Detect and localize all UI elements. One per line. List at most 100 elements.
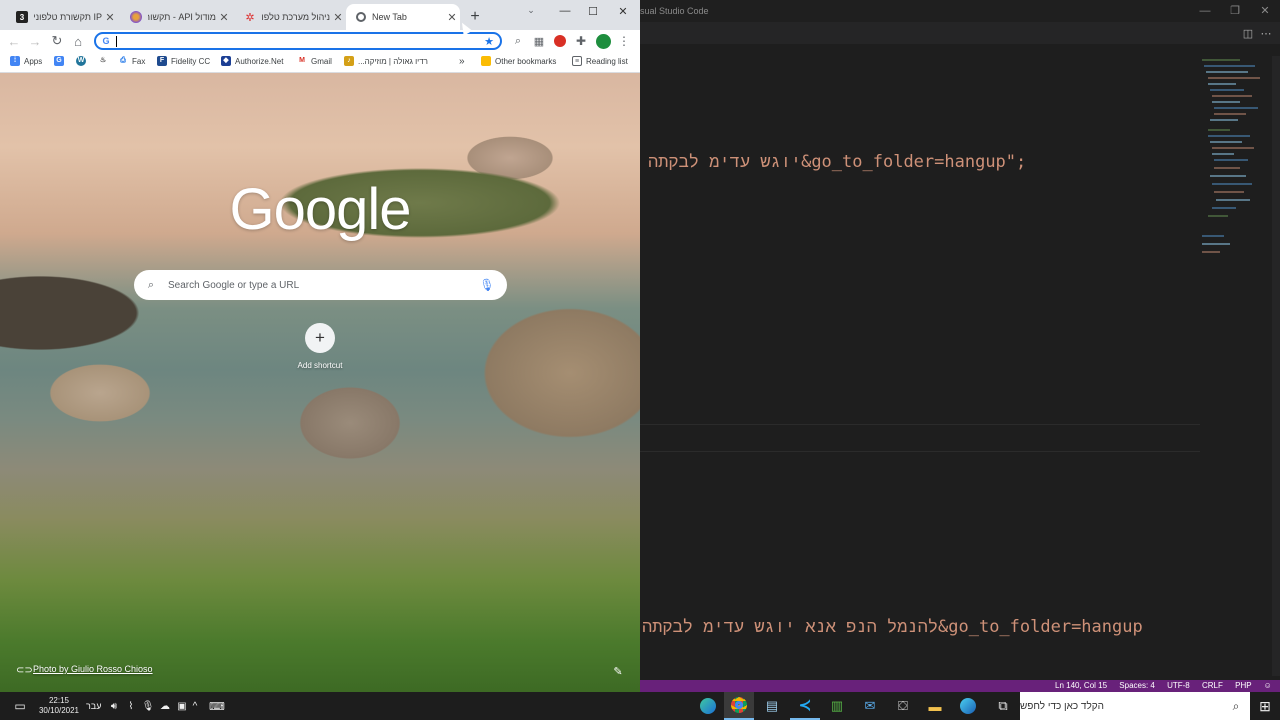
editor-divider (640, 451, 1200, 452)
microphone-icon[interactable]: 🎙︎ (139, 692, 157, 720)
other-bookmarks[interactable]: Other bookmarks (481, 56, 556, 66)
editor-scrollbar[interactable] (1272, 56, 1280, 676)
indentation[interactable]: Spaces: 4 (1119, 681, 1155, 690)
language-mode[interactable]: PHP (1235, 681, 1251, 690)
task-view-icon[interactable]: ⧉ (988, 692, 1018, 720)
tab-api-module[interactable]: מודול API - תקשור ✕ (120, 3, 232, 31)
action-center-icon[interactable]: ▭ (6, 692, 34, 720)
menu-icon[interactable]: ⋮ (614, 31, 634, 51)
file-encoding[interactable]: UTF-8 (1167, 681, 1190, 690)
bookmark-label: Gmail (311, 56, 332, 66)
taskbar-search[interactable]: הקלד כאן כדי לחפש ⌕ (1020, 692, 1250, 720)
bookmark-label: Reading list (586, 56, 628, 66)
photo-credit[interactable]: Photo by Giulio Rosso Chioso (33, 664, 153, 674)
bookmarks-bar: ⁞ Apps G W ♨ ⎙ Fax F Fidelity CC ◆ Authorize… (0, 52, 640, 73)
show-hidden-icons[interactable]: ^ (188, 692, 202, 720)
minimize-icon[interactable]: — (1190, 0, 1220, 22)
cursor-position[interactable]: Ln 140, Col 15 (1055, 681, 1107, 690)
edge-dev-icon[interactable] (953, 692, 983, 720)
text-cursor (116, 36, 117, 47)
bookmark-flame[interactable]: ♨ (98, 56, 112, 66)
mail-icon[interactable]: ✉ (855, 692, 885, 720)
home-icon[interactable]: ⌂ (68, 31, 88, 51)
close-tab-icon[interactable]: ✕ (330, 11, 346, 24)
translate-icon: G (54, 56, 64, 66)
new-tab-page: Google ⌕ Search Google or type a URL 🎙︎ … (0, 73, 640, 692)
reading-list[interactable]: ≡ Reading list (572, 56, 628, 66)
apps-grid-icon: ⁞ (10, 56, 20, 66)
bookmark-wordpress[interactable]: W (76, 56, 90, 66)
onedrive-icon[interactable]: ☁ (156, 692, 174, 720)
close-tab-icon[interactable]: ✕ (216, 11, 232, 24)
code-line[interactable]: התקבל מידע שגוי אנא פנה למנהל&go_to_fold… (642, 617, 1200, 638)
block-extension-icon[interactable] (550, 31, 570, 51)
line-ending[interactable]: CRLF (1202, 681, 1223, 690)
windows-taskbar: ▭ 22:15 30/10/2021 עבר 🔊︎ ⌇ 🎙︎ ☁ ▣ ^ ⌨ ▤… (0, 692, 1280, 720)
extensions-icon[interactable]: ✚ (571, 31, 591, 51)
store-icon[interactable]: ⛋ (888, 692, 918, 720)
tab-search-icon[interactable]: ⌄ (522, 2, 540, 18)
avatar[interactable] (593, 31, 613, 51)
volume-icon[interactable]: 🔊︎ (105, 692, 123, 720)
code-editor[interactable]: התקבל מידע שגוי&go_to_folder=hangup"; הת… (640, 44, 1200, 680)
tab-phone-system[interactable]: ✲ ניהול מערכת טלפוני ✕ (234, 3, 346, 31)
close-icon[interactable]: ✕ (608, 0, 638, 22)
bookmark-fidelity[interactable]: F Fidelity CC (157, 56, 210, 66)
vscode-tab-bar: ◫ ⋯ (640, 22, 1280, 44)
calendar-extension-icon[interactable]: ▦ (529, 31, 549, 51)
bookmark-fax[interactable]: ⎙ Fax (118, 56, 145, 66)
new-tab-button[interactable]: + (466, 8, 484, 26)
tab-ip-telephony[interactable]: 3 IP תקשורת טלפונית ✕ (6, 3, 118, 31)
vscode-titlebar: sual Studio Code — ❐ ✕ (640, 0, 1280, 22)
reload-icon[interactable]: ↻ (47, 31, 67, 51)
windows-start-icon[interactable]: ⊞ (1250, 692, 1280, 720)
maximize-icon[interactable]: ☐ (578, 0, 608, 22)
close-tab-icon[interactable]: ✕ (102, 11, 118, 24)
bookmark-star-icon[interactable]: ★ (482, 34, 496, 48)
vscode-icon[interactable]: ≺ (790, 692, 820, 720)
zoom-icon[interactable]: ⌕ (508, 31, 528, 51)
plus-icon: + (305, 323, 335, 353)
bookmark-apps[interactable]: ⁞ Apps (10, 56, 42, 66)
add-shortcut[interactable]: + Add shortcut (295, 323, 345, 370)
edge-icon[interactable] (693, 692, 723, 720)
keyboard-icon[interactable]: ⌨ (205, 692, 229, 720)
chrome-icon[interactable] (724, 692, 754, 720)
input-language[interactable]: עבר (86, 701, 101, 711)
split-editor-icon[interactable]: ◫ (1240, 25, 1256, 41)
customize-pencil-icon[interactable]: ✎ (610, 663, 626, 679)
file-explorer-icon[interactable]: ▬ (920, 692, 950, 720)
chrome-window: 3 IP תקשורת טלפונית ✕ מודול API - תקשור … (0, 0, 640, 692)
more-actions-icon[interactable]: ⋯ (1258, 25, 1274, 41)
network-icon[interactable]: ⌇ (122, 692, 140, 720)
date: 30/10/2021 (38, 706, 80, 715)
feedback-icon[interactable]: ☺ (1264, 681, 1272, 690)
tab-favicon-icon: ✲ (245, 11, 255, 24)
clock[interactable]: 22:15 30/10/2021 (38, 696, 80, 716)
bookmark-translate[interactable]: G (54, 56, 68, 66)
minimap[interactable] (1200, 56, 1270, 266)
sheets-icon[interactable]: ▥ (822, 692, 852, 720)
microphone-icon[interactable]: 🎙︎ (467, 278, 507, 292)
search-placeholder: Search Google or type a URL (168, 279, 300, 291)
back-icon[interactable]: ← (4, 31, 24, 51)
address-bar[interactable]: G ★ (94, 32, 502, 50)
tab-title: IP תקשורת טלפונית (34, 12, 102, 22)
bookmark-authorize-net[interactable]: ◆ Authorize.Net (221, 56, 283, 66)
bookmark-gmail[interactable]: M Gmail (297, 56, 332, 66)
minimize-icon[interactable]: — (550, 0, 580, 22)
close-tab-icon[interactable]: ✕ (444, 11, 460, 24)
radio-icon: ♪ (344, 56, 354, 66)
tab-favicon-icon (130, 11, 142, 23)
restore-icon[interactable]: ❐ (1220, 0, 1250, 22)
tab-new-tab[interactable]: New Tab ✕ (346, 4, 460, 30)
bookmark-radio-geula[interactable]: ♪ רדיו גאולה | מוזיקה... (344, 56, 428, 66)
bookmarks-overflow-icon[interactable]: » (459, 56, 465, 67)
bookmark-label: Apps (24, 56, 43, 66)
snipping-tool-icon[interactable]: ▤ (757, 692, 787, 720)
ntp-search-box[interactable]: ⌕ Search Google or type a URL 🎙︎ (134, 270, 507, 300)
folder-icon (481, 56, 491, 66)
code-line[interactable]: התקבל מידע שגוי&go_to_folder=hangup"; (648, 152, 1026, 173)
forward-icon[interactable]: → (25, 31, 45, 51)
close-icon[interactable]: ✕ (1250, 0, 1280, 22)
